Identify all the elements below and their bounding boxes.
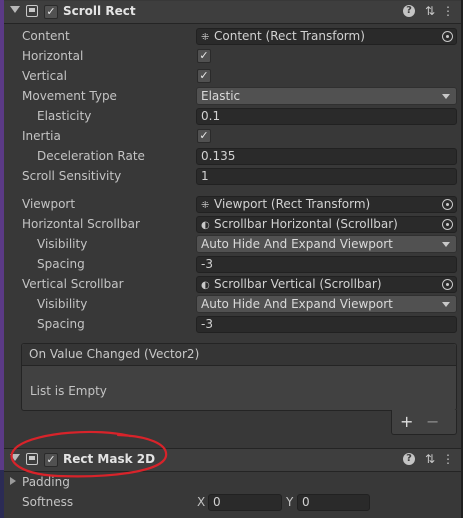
v-visibility-value: Auto Hide And Expand Viewport — [201, 297, 393, 311]
horizontal-checkbox[interactable]: ✓ — [197, 49, 211, 63]
inertia-checkbox[interactable]: ✓ — [197, 129, 211, 143]
elasticity-field[interactable]: 0.1 — [196, 108, 457, 125]
horizontal-scrollbar-value: Scrollbar Horizontal (Scrollbar) — [214, 217, 398, 231]
object-picker-icon[interactable] — [442, 279, 453, 290]
scroll-sensitivity-label: Scroll Sensitivity — [22, 169, 122, 183]
object-picker-icon[interactable] — [442, 31, 453, 42]
content-object-field[interactable]: ⁜ Content (Rect Transform) — [196, 28, 457, 45]
presets-icon[interactable]: ⇅ — [423, 452, 437, 466]
vertical-scrollbar-label: Vertical Scrollbar — [22, 277, 124, 291]
softness-y-field[interactable]: 0 — [297, 494, 370, 511]
remove-listener-button[interactable]: − — [426, 412, 439, 431]
h-spacing-label: Spacing — [37, 257, 85, 271]
h-visibility-dropdown[interactable]: Auto Hide And Expand Viewport — [196, 235, 457, 253]
content-value: Content (Rect Transform) — [214, 29, 365, 43]
scrollbar-icon: ◐ — [201, 220, 210, 231]
presets-icon[interactable]: ⇅ — [423, 4, 437, 18]
expand-arrow-icon[interactable] — [10, 477, 16, 485]
object-picker-icon[interactable] — [442, 219, 453, 230]
window-edge-left — [0, 0, 4, 518]
movement-type-label: Movement Type — [22, 89, 117, 103]
viewport-value: Viewport (Rect Transform) — [214, 197, 371, 211]
help-icon[interactable]: ? — [403, 453, 415, 465]
vertical-label: Vertical — [22, 69, 67, 83]
softness-y-label: Y — [286, 495, 294, 509]
deceleration-rate-field[interactable]: 0.135 — [196, 148, 457, 165]
event-header: On Value Changed (Vector2) — [22, 344, 456, 366]
horizontal-scrollbar-label: Horizontal Scrollbar — [22, 217, 140, 231]
v-visibility-dropdown[interactable]: Auto Hide And Expand Viewport — [196, 295, 457, 313]
softness-x-label: X — [197, 495, 206, 509]
scroll-rect-header[interactable]: ✓ Scroll Rect ? ⇅ ⋮ — [4, 1, 461, 24]
scroll-rect-enabled-checkbox[interactable]: ✓ — [44, 5, 58, 19]
event-footer: + − — [391, 410, 457, 435]
softness-x-field[interactable]: 0 — [208, 494, 282, 511]
v-spacing-field[interactable]: -3 — [196, 316, 457, 333]
vertical-scrollbar-value: Scrollbar Vertical (Scrollbar) — [214, 277, 382, 291]
h-visibility-value: Auto Hide And Expand Viewport — [201, 237, 393, 251]
softness-label: Softness — [22, 495, 74, 509]
scroll-rect-title: Scroll Rect — [63, 4, 136, 18]
collapse-arrow-icon[interactable] — [10, 6, 20, 13]
movement-type-value: Elastic — [201, 89, 241, 103]
content-label: Content — [22, 29, 70, 43]
event-title: On Value Changed (Vector2) — [29, 347, 200, 361]
object-picker-icon[interactable] — [442, 199, 453, 210]
viewport-label: Viewport — [22, 197, 76, 211]
dropdown-arrow-icon — [442, 242, 450, 247]
context-menu-icon[interactable]: ⋮ — [441, 452, 455, 466]
dropdown-arrow-icon — [442, 94, 450, 99]
elasticity-label: Elasticity — [37, 109, 92, 123]
scrollbar-icon: ◐ — [201, 280, 210, 291]
horizontal-scrollbar-object-field[interactable]: ◐ Scrollbar Horizontal (Scrollbar) — [196, 216, 457, 233]
movement-type-dropdown[interactable]: Elastic — [196, 87, 457, 105]
event-empty-text: List is Empty — [30, 384, 107, 398]
deceleration-rate-label: Deceleration Rate — [37, 149, 145, 163]
rect-transform-icon: ⁜ — [201, 200, 210, 211]
v-spacing-label: Spacing — [37, 317, 85, 331]
h-visibility-label: Visibility — [37, 237, 88, 251]
inertia-label: Inertia — [22, 129, 61, 143]
v-visibility-label: Visibility — [37, 297, 88, 311]
annotation-circle — [10, 430, 168, 478]
add-listener-button[interactable]: + — [400, 412, 413, 431]
viewport-object-field[interactable]: ⁜ Viewport (Rect Transform) — [196, 196, 457, 213]
dropdown-arrow-icon — [442, 302, 450, 307]
vertical-checkbox[interactable]: ✓ — [197, 69, 211, 83]
window-edge-left-lower — [0, 470, 4, 518]
help-icon[interactable]: ? — [403, 5, 415, 17]
context-menu-icon[interactable]: ⋮ — [441, 4, 455, 18]
h-spacing-field[interactable]: -3 — [196, 256, 457, 273]
scroll-rect-component-icon — [26, 5, 38, 17]
rect-transform-icon: ⁜ — [201, 32, 210, 43]
scroll-sensitivity-field[interactable]: 1 — [196, 168, 457, 185]
horizontal-label: Horizontal — [22, 49, 84, 63]
on-value-changed-event: On Value Changed (Vector2) List is Empty — [21, 343, 457, 411]
vertical-scrollbar-object-field[interactable]: ◐ Scrollbar Vertical (Scrollbar) — [196, 276, 457, 293]
